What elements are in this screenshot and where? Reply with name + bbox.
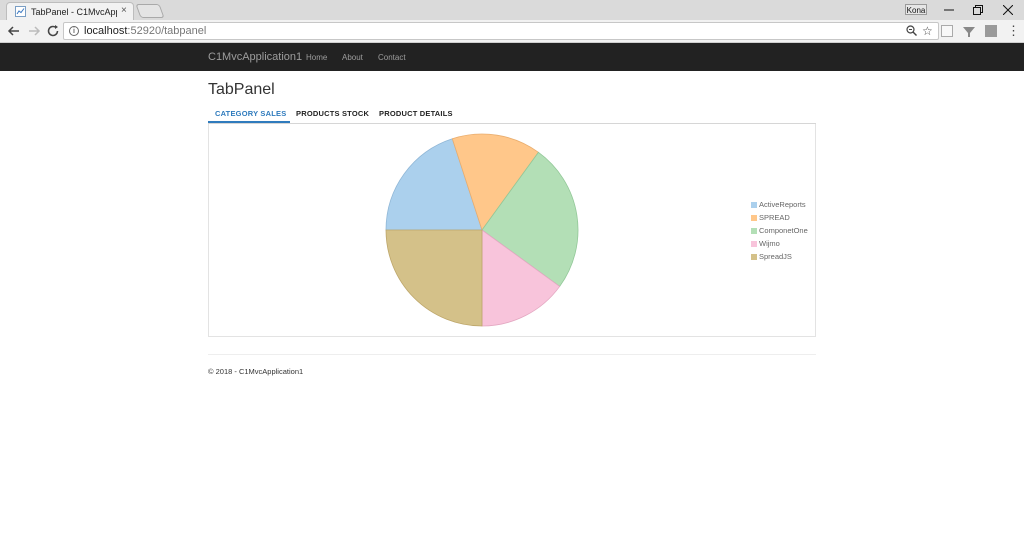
legend-label: ActiveReports [759,200,806,209]
legend-swatch [751,202,757,208]
legend-swatch [751,254,757,260]
legend-swatch [751,215,757,221]
legend-label: SPREAD [759,213,790,222]
footer-divider [208,354,816,355]
legend-label: Wijmo [759,239,780,248]
footer-copyright: © 2018 - C1MvcApplication1 [208,367,304,376]
pie-slice-spreadjs[interactable] [385,229,483,327]
legend-label: SpreadJS [759,252,792,261]
category-sales-pie-chart [385,133,579,327]
legend-swatch [751,241,757,247]
legend-label: ComponetOne [759,226,808,235]
legend-swatch [751,228,757,234]
